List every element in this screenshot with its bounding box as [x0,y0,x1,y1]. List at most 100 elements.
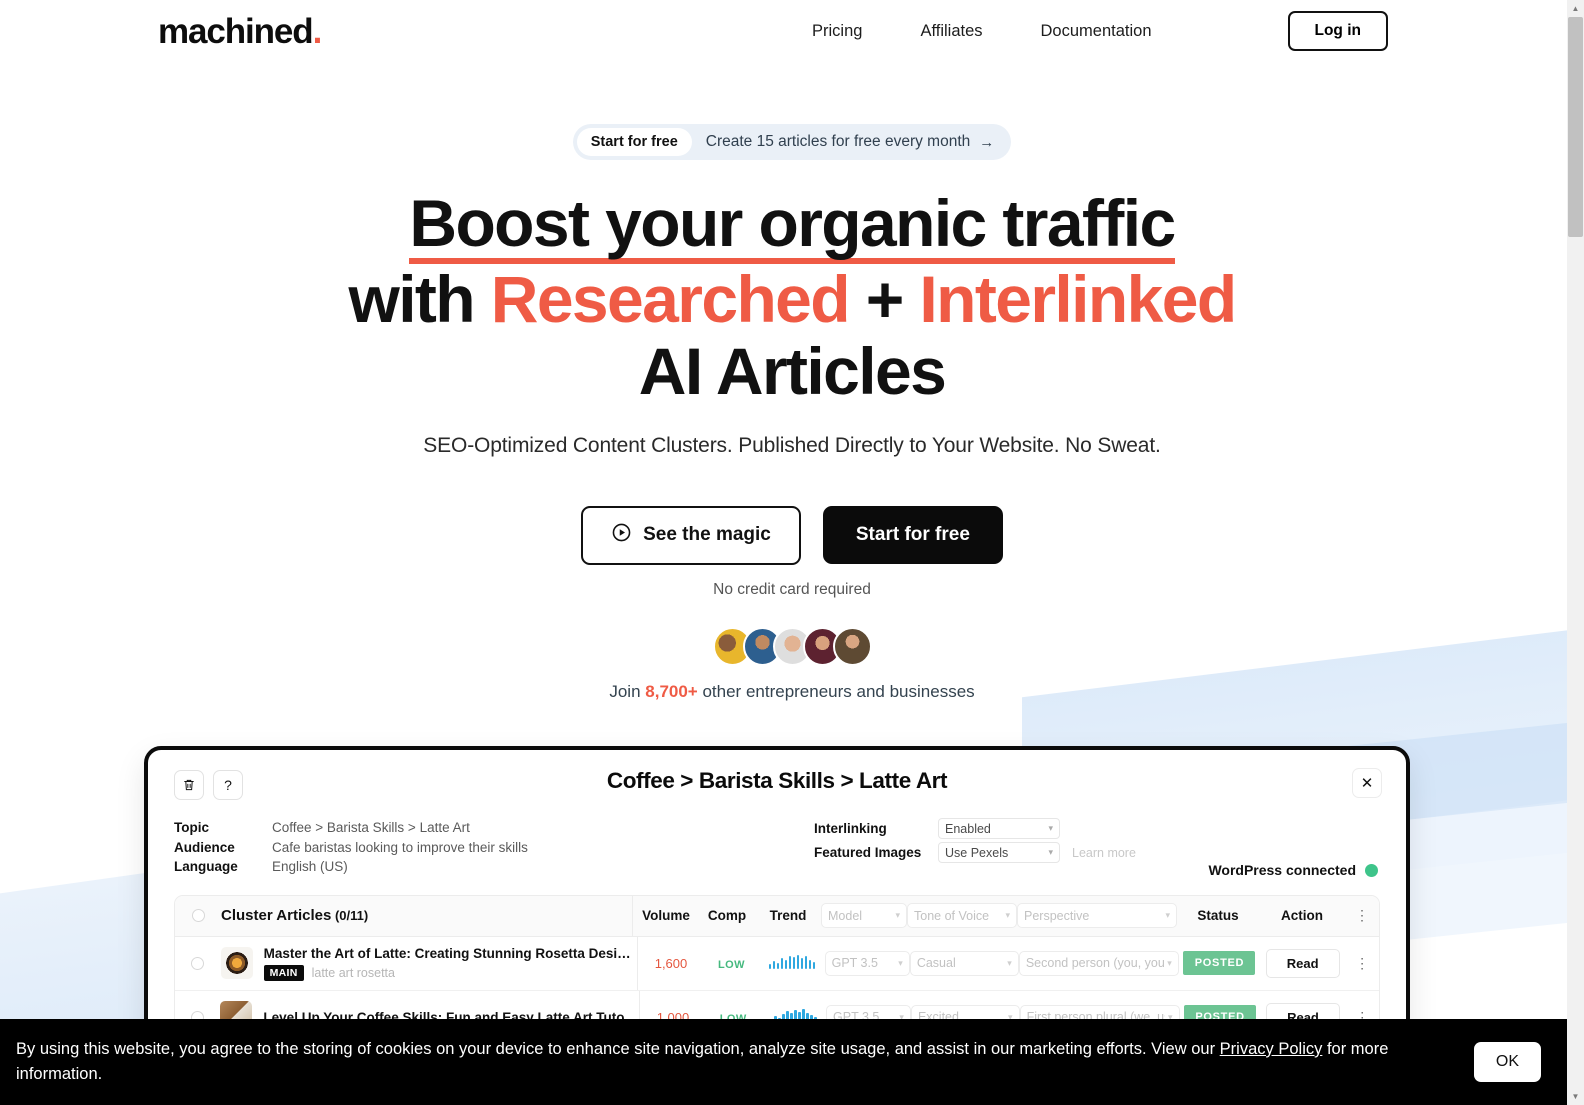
tone-filter-select[interactable]: Tone of Voice ▾ [907,903,1017,928]
page-root: machined. Pricing Affiliates Documentati… [0,0,1584,1105]
setting-label-interlinking: Interlinking [814,821,887,836]
cluster-articles-heading: Cluster Articles (0/11) [221,907,632,924]
help-button[interactable]: ? [213,770,243,800]
cookie-consent-banner: By using this website, you agree to the … [0,1019,1567,1105]
row-title-cell: Master the Art of Latte: Creating Stunni… [220,946,637,981]
row-kebab-cell: ⋮ [1345,956,1379,971]
column-header-kebab-cell: ⋮ [1345,908,1379,923]
more-options-icon[interactable]: ⋮ [1355,907,1369,923]
hero-section: Start for free Create 15 articles for fr… [0,62,1584,702]
more-options-icon[interactable]: ⋮ [1355,955,1369,971]
wordpress-status: WordPress connected [1208,862,1378,878]
read-button[interactable]: Read [1265,948,1340,978]
scrollbar-thumb[interactable] [1568,17,1583,237]
app-meta-left: Topic Coffee > Barista Skills > Latte Ar… [174,818,804,877]
model-filter-label: Model [828,908,863,923]
column-header-action[interactable]: Action [1259,908,1345,923]
article-keyword: latte art rosetta [311,965,395,980]
play-circle-icon [611,522,632,549]
no-credit-card-note: No credit card required [713,580,871,598]
headline-line-1: Boost your organic traffic [409,190,1176,264]
column-header-volume[interactable]: Volume [633,908,699,923]
chevron-down-icon: ▾ [1007,957,1012,968]
promo-tag: Start for free [576,128,692,156]
setting-row-featured-images: Featured Images Use Pexels ▾ Learn more [814,842,1380,863]
perspective-select[interactable]: Second person (you, your) ▾ [1018,950,1179,976]
column-header-comp[interactable]: Comp [699,908,755,923]
cookie-consent-text: By using this website, you agree to the … [16,1037,1456,1087]
cluster-articles-count: (0/11) [334,908,369,923]
column-header-model-cell: Model ▾ [821,903,907,928]
chevron-down-icon: ▾ [1167,957,1172,968]
row-volume-cell: 1,600 [638,956,703,971]
model-value: GPT 3.5 [831,956,878,970]
perspective-filter-select[interactable]: Perspective ▾ [1017,903,1177,928]
social-proof-suffix: other entrepreneurs and businesses [697,681,975,701]
nav-item-affiliates[interactable]: Affiliates [920,22,982,41]
avatar [832,626,872,666]
row-status-cell: POSTED [1179,951,1260,975]
meta-label-language: Language [174,859,238,874]
trend-sparkline-icon [768,954,816,969]
app-toolbar: ? [174,770,1380,800]
login-button[interactable]: Log in [1287,11,1388,51]
headline-accent-interlinked: Interlinked [919,262,1237,336]
social-proof-text: Join 8,700+ other entrepreneurs and busi… [0,682,1584,702]
setting-row-interlinking: Interlinking Enabled ▾ [814,818,1380,839]
column-header-trend[interactable]: Trend [755,908,821,923]
row-perspective-cell: Second person (you, your) ▾ [1018,950,1179,976]
table-row[interactable]: Master the Art of Latte: Creating Stunni… [175,936,1379,991]
scroll-down-icon[interactable]: ▼ [1567,1088,1584,1105]
chevron-down-icon: ▾ [1048,847,1053,857]
row-checkbox[interactable] [191,956,205,970]
article-competition: LOW [718,958,745,971]
main-badge: MAIN [263,964,304,981]
tone-filter-label: Tone of Voice [914,908,990,923]
model-filter-select[interactable]: Model ▾ [821,903,907,928]
meta-label-audience: Audience [174,839,235,855]
meta-row-language: Language English (US) [174,857,804,877]
headline-line-3: AI Articles [638,333,947,408]
hero-subheadline: SEO-Optimized Content Clusters. Publishe… [423,433,1161,457]
row-trend-cell [759,954,824,972]
social-proof-count: 8,700+ [645,681,698,701]
close-icon[interactable]: ✕ [1352,768,1382,798]
select-all-checkbox[interactable] [191,909,205,922]
privacy-policy-link[interactable]: Privacy Policy [1220,1040,1323,1058]
learn-more-link[interactable]: Learn more [1072,846,1136,860]
meta-value-audience: Cafe baristas looking to improve their s… [272,839,528,855]
featured-images-value: Use Pexels [945,845,1009,860]
promo-text: Create 15 articles for free every month [705,133,971,150]
cookie-ok-button[interactable]: OK [1473,1042,1541,1082]
arrow-right-icon: → [979,133,995,151]
tone-select[interactable]: Casual ▾ [909,950,1019,976]
start-for-free-button[interactable]: Start for free [822,506,1003,565]
chevron-down-icon: ▾ [1165,910,1170,920]
table-header-row: Cluster Articles (0/11) Volume Comp Tren… [175,895,1379,937]
model-select[interactable]: GPT 3.5 ▾ [824,950,910,976]
delete-icon[interactable] [174,770,204,800]
promo-banner[interactable]: Start for free Create 15 articles for fr… [572,124,1012,160]
row-tone-cell: Casual ▾ [909,950,1019,976]
cta-row: See the magic Start for free [0,505,1584,565]
scroll-up-icon[interactable]: ▲ [1567,0,1584,17]
interlinking-select[interactable]: Enabled ▾ [938,818,1060,839]
headline-accent-researched: Researched [490,262,851,336]
wordpress-status-label: WordPress connected [1208,862,1356,878]
nav-item-pricing[interactable]: Pricing [812,22,862,41]
logo-dot: . [312,11,323,51]
avatar-group [0,626,1584,666]
see-the-magic-label: See the magic [643,524,771,546]
select-all-checkbox-cell [175,909,221,922]
interlinking-value: Enabled [945,821,991,836]
meta-row-audience: Audience Cafe baristas looking to improv… [174,838,804,858]
see-the-magic-button[interactable]: See the magic [581,505,801,565]
meta-value-language: English (US) [272,859,348,874]
column-header-perspective-cell: Perspective ▾ [1017,903,1177,928]
nav-item-documentation[interactable]: Documentation [1041,22,1152,41]
browser-scrollbar[interactable]: ▲ ▼ [1567,0,1584,1105]
article-thumbnail [220,947,253,979]
featured-images-select[interactable]: Use Pexels ▾ [938,842,1060,863]
column-header-status[interactable]: Status [1177,908,1259,923]
logo[interactable]: machined. [158,11,323,51]
